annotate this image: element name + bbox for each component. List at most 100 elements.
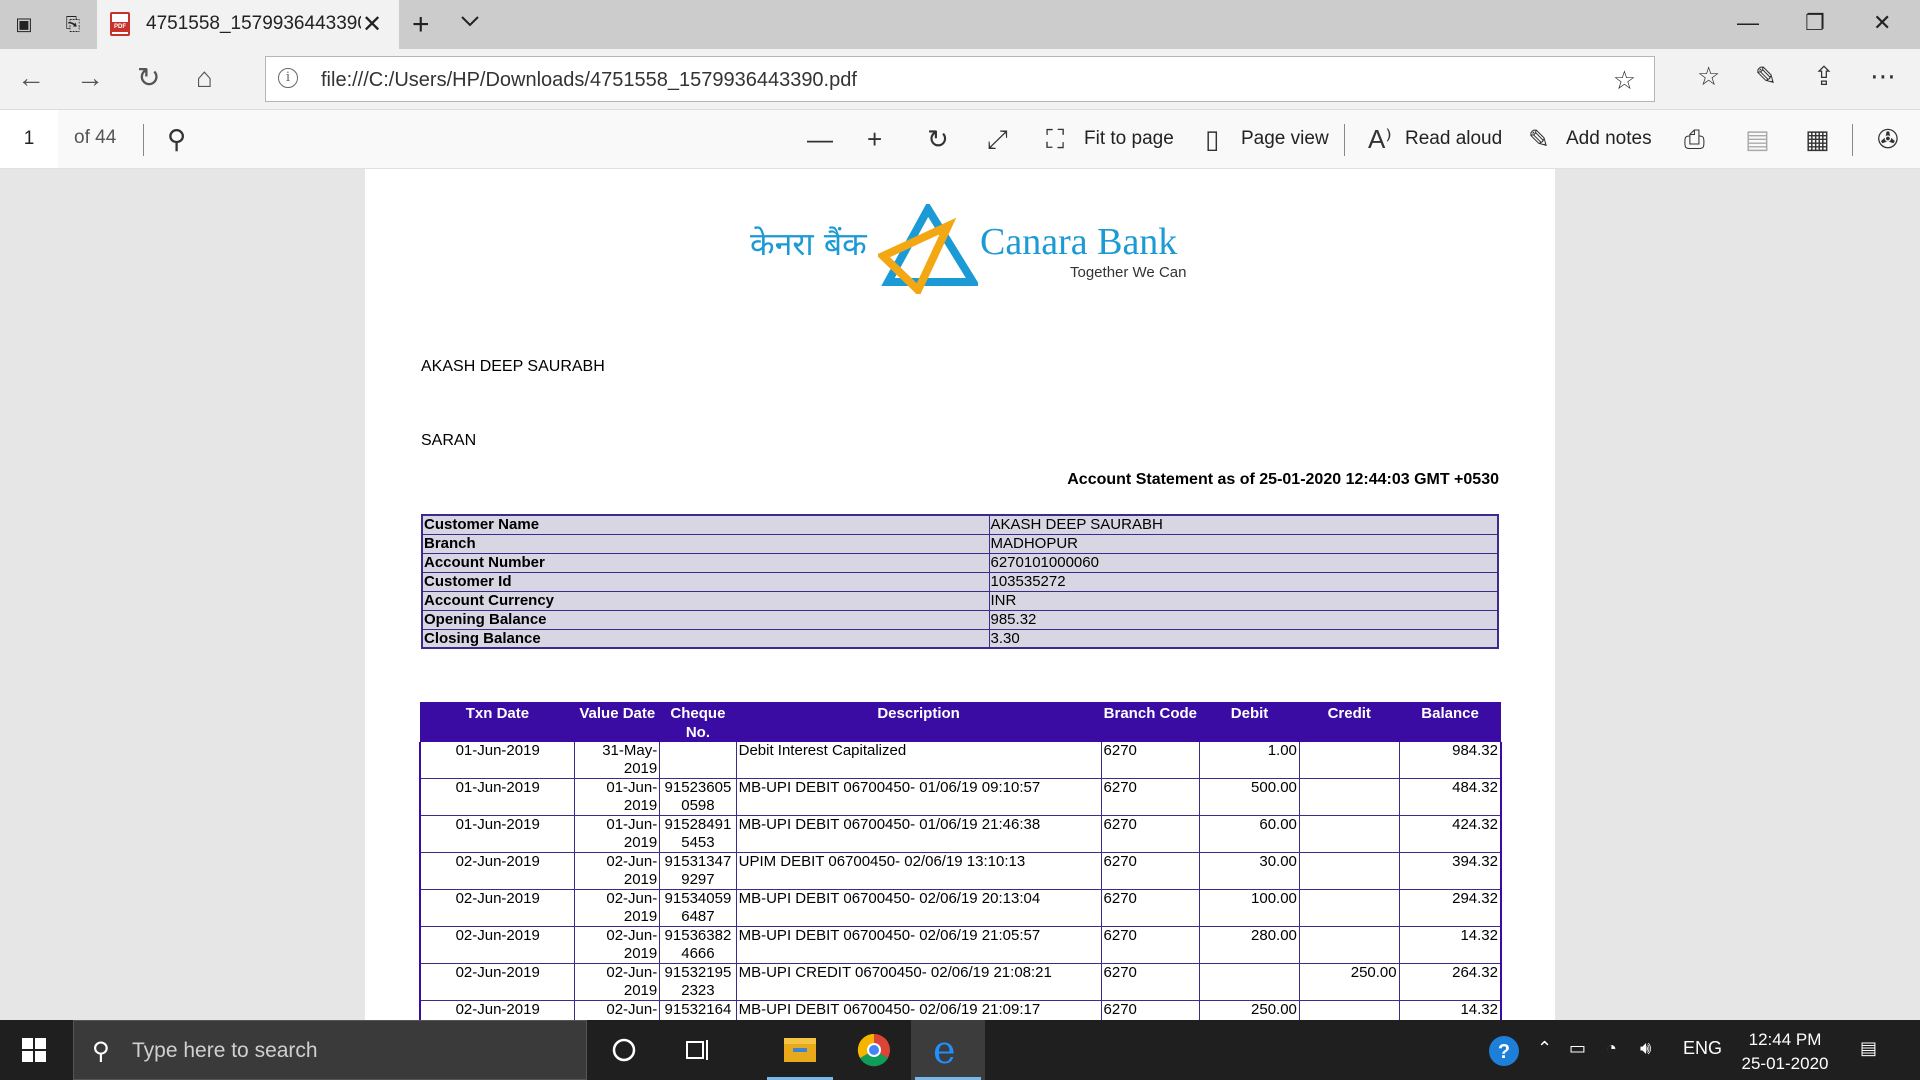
branch-code-cell: 6270 <box>1100 852 1201 890</box>
header-branch-code: Branch Code <box>1101 702 1200 742</box>
set-aside-tabs-icon[interactable]: ⎘ <box>61 12 85 36</box>
tab-actions-icon[interactable]: ▣ <box>12 12 36 36</box>
home-icon[interactable]: ⌂ <box>196 63 213 93</box>
page-view-icon[interactable]: ▯ <box>1205 124 1219 154</box>
fit-to-page-icon[interactable]: ⛶ <box>1046 124 1064 154</box>
debit-cell: 250.00 <box>1199 1000 1300 1020</box>
save-as-icon[interactable]: ▦ <box>1805 124 1830 154</box>
debit-cell: 30.00 <box>1199 852 1300 890</box>
full-screen-icon[interactable]: ⤢ <box>987 124 1008 154</box>
forward-icon[interactable]: → <box>76 63 104 93</box>
restore-icon[interactable]: ❐ <box>1805 10 1825 36</box>
description-cell: MB-UPI DEBIT 06700450- 01/06/19 21:46:38 <box>735 815 1102 853</box>
chevron-down-icon[interactable] <box>460 14 480 33</box>
canara-bank-logo: केनरा बैंक Canara Bank Together We Can <box>750 204 1190 294</box>
search-icon: ⚲ <box>92 1038 110 1065</box>
notifications-icon[interactable]: ▤ <box>1860 1038 1877 1059</box>
document-viewport[interactable]: केनरा बैंक Canara Bank Together We Can A… <box>0 169 1920 1020</box>
table-row: 02-Jun-201902-Jun-2019915321648857MB-UPI… <box>419 1000 1502 1020</box>
wifi-icon[interactable]: ◔ <box>1606 1038 1617 1059</box>
minimize-icon[interactable]: — <box>1737 10 1759 36</box>
info-icon[interactable]: i <box>278 68 298 88</box>
share-icon[interactable]: ⇪ <box>1813 61 1835 92</box>
divider <box>143 124 144 156</box>
print-icon[interactable]: ⎙ <box>1684 124 1705 154</box>
chevron-up-icon[interactable]: ⌃ <box>1537 1038 1552 1059</box>
fit-to-page-button[interactable]: Fit to page <box>1084 128 1174 150</box>
balance-cell: 484.32 <box>1398 778 1502 816</box>
balance-cell: 14.32 <box>1398 926 1502 964</box>
credit-cell <box>1298 778 1400 816</box>
rotate-icon[interactable]: ↻ <box>927 124 949 154</box>
clock[interactable]: 12:44 PM 25-01-2020 <box>1730 1028 1840 1076</box>
title-bar: ▣ ⎘ PDF 4751558_1579936443390.pdf ✕ + — … <box>0 0 1920 49</box>
txn-date-cell: 02-Jun-2019 <box>419 1000 576 1020</box>
pdf-file-icon: PDF <box>110 12 130 36</box>
add-notes-button[interactable]: Add notes <box>1566 128 1652 150</box>
value-date-cell: 02-Jun-2019 <box>574 889 661 927</box>
info-value: 985.32 <box>988 609 1499 630</box>
table-row: 01-Jun-2019 01-Jun-2019 915284915453 MB-UPI… <box>419 815 1502 853</box>
taskbar: ⚲ Type here to search e ? ⌃ ▭ ◔ 🔊︎ ENG 1… <box>0 1020 1920 1080</box>
clock-time: 12:44 PM <box>1748 1030 1822 1049</box>
credit-cell: 250.00 <box>1298 963 1400 1001</box>
save-icon[interactable]: ▤ <box>1745 124 1770 154</box>
volume-icon[interactable]: 🔊︎ <box>1640 1038 1651 1059</box>
header-value-date: Value Date <box>574 702 660 742</box>
url-text[interactable]: file:///C:/Users/HP/Downloads/4751558_15… <box>321 69 857 92</box>
back-icon[interactable]: ← <box>17 63 45 93</box>
more-icon[interactable]: ⋯ <box>1870 61 1896 92</box>
battery-icon[interactable]: ▭ <box>1569 1038 1586 1059</box>
pin-toolbar-icon[interactable]: ✇ <box>1877 124 1899 154</box>
branch-code-cell: 6270 <box>1100 926 1201 964</box>
info-label: Opening Balance <box>421 609 990 630</box>
read-aloud-icon[interactable]: A⁾ <box>1368 124 1392 154</box>
description-cell: MB-UPI DEBIT 06700450- 02/06/19 21:09:17 <box>735 1000 1102 1020</box>
new-tab-icon[interactable]: + <box>412 8 430 42</box>
task-view-icon[interactable] <box>660 1020 734 1080</box>
windows-start-icon[interactable] <box>22 1038 46 1062</box>
header-txn-date: Txn Date <box>420 702 575 742</box>
description-cell: MB-UPI DEBIT 06700450- 02/06/19 21:05:57 <box>735 926 1102 964</box>
info-value: 6270101000060 <box>988 552 1499 573</box>
customer-name-heading: AKASH DEEP SAURABH <box>421 358 605 375</box>
branch-code-cell: 6270 <box>1100 889 1201 927</box>
zoom-in-icon[interactable]: + <box>867 124 882 154</box>
search-icon[interactable]: ⚲ <box>167 124 186 154</box>
info-label: Branch <box>421 533 990 554</box>
txn-date-cell: 02-Jun-2019 <box>419 852 576 890</box>
edge-icon[interactable]: e <box>911 1020 985 1080</box>
read-aloud-button[interactable]: Read aloud <box>1405 128 1502 150</box>
web-notes-icon[interactable]: ✎ <box>1755 61 1777 92</box>
add-notes-icon[interactable]: ✎ <box>1528 124 1550 154</box>
close-window-icon[interactable]: ✕ <box>1873 10 1891 36</box>
info-label: Customer Id <box>421 571 990 592</box>
cortana-icon[interactable] <box>587 1020 661 1080</box>
table-row: 02-Jun-2019 02-Jun-2019 915321952323 MB-UPI… <box>419 963 1502 1001</box>
tab-pdf[interactable]: PDF 4751558_1579936443390.pdf ✕ <box>97 0 399 49</box>
header-cheque-no: Cheque No. <box>659 702 737 742</box>
taskbar-search[interactable]: ⚲ Type here to search <box>73 1020 587 1080</box>
tab-title: 4751558_1579936443390.pdf <box>146 13 361 34</box>
help-icon[interactable]: ? <box>1487 1034 1521 1073</box>
file-explorer-icon[interactable] <box>763 1020 837 1080</box>
zoom-out-icon[interactable]: — <box>807 124 833 154</box>
branch-code-cell: 6270 <box>1100 1000 1201 1020</box>
page-number-input[interactable]: 1 <box>0 110 58 168</box>
table-row: 01-Jun-2019 01-Jun-2019 915236050598 MB-UPI… <box>419 778 1502 816</box>
refresh-icon[interactable]: ↻ <box>137 63 160 93</box>
favorites-icon[interactable]: ☆ <box>1697 61 1720 92</box>
chrome-icon[interactable] <box>837 1020 911 1080</box>
address-row: ← → ↻ ⌂ i file:///C:/Users/HP/Downloads/… <box>0 49 1920 110</box>
favorite-star-icon[interactable]: ☆ <box>1613 65 1636 96</box>
table-row: Account Currency INR <box>421 590 1499 611</box>
address-bar[interactable]: i file:///C:/Users/HP/Downloads/4751558_… <box>265 56 1655 102</box>
table-row: Customer Id 103535272 <box>421 571 1499 592</box>
language-indicator[interactable]: ENG <box>1683 1038 1722 1059</box>
close-tab-icon[interactable]: ✕ <box>362 10 382 39</box>
credit-cell <box>1298 742 1400 779</box>
page-view-button[interactable]: Page view <box>1241 128 1329 150</box>
balance-cell: 984.32 <box>1398 742 1502 779</box>
info-label: Closing Balance <box>421 628 990 649</box>
value-date-cell: 31-May-2019 <box>574 742 661 779</box>
